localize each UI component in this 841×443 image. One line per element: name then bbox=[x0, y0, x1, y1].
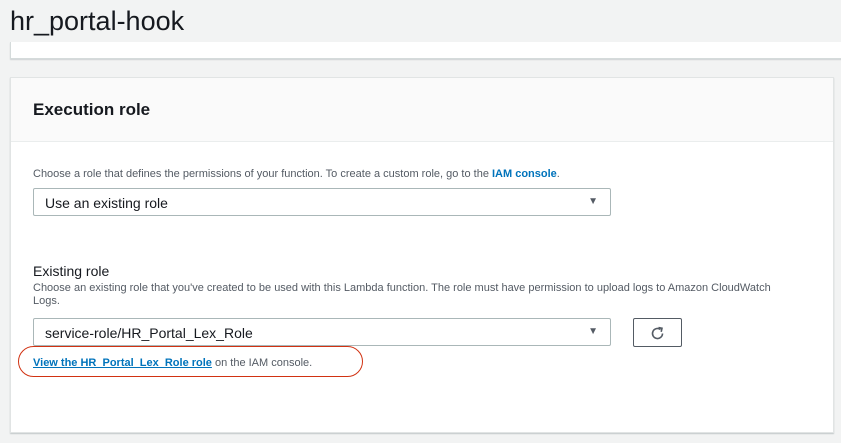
refresh-icon bbox=[651, 326, 664, 340]
role-description-text: Choose a role that defines the permissio… bbox=[33, 168, 492, 180]
existing-role-description: Choose an existing role that you've crea… bbox=[33, 282, 771, 307]
previous-panel bbox=[10, 42, 841, 59]
page-title: hr_portal-hook bbox=[10, 6, 185, 36]
role-description-suffix: . bbox=[556, 168, 560, 180]
panel-title: Execution role bbox=[33, 100, 151, 119]
caret-down-icon: ▼ bbox=[588, 196, 598, 207]
role-description: Choose a role that defines the permissio… bbox=[33, 168, 560, 181]
role-type-value: Use an existing role bbox=[45, 195, 168, 211]
existing-role-select[interactable]: service-role/HR_Portal_Lex_Role ▼ bbox=[33, 318, 611, 346]
caret-down-icon: ▼ bbox=[588, 326, 598, 337]
iam-console-link[interactable]: IAM console bbox=[492, 168, 557, 180]
refresh-button[interactable] bbox=[633, 318, 682, 347]
existing-role-label: Existing role bbox=[33, 263, 110, 279]
role-type-select[interactable]: Use an existing role ▼ bbox=[33, 188, 611, 216]
execution-role-panel: Execution role Choose a role that define… bbox=[10, 77, 834, 433]
view-role-link[interactable]: View the HR_Portal_Lex_Role role bbox=[33, 357, 212, 369]
view-role-line: View the HR_Portal_Lex_Role role on the … bbox=[33, 357, 312, 369]
existing-role-value: service-role/HR_Portal_Lex_Role bbox=[45, 325, 253, 341]
panel-header: Execution role bbox=[11, 78, 833, 142]
view-role-suffix: on the IAM console. bbox=[211, 357, 313, 369]
page: hr_portal-hook Execution role Choose a r… bbox=[0, 0, 841, 443]
